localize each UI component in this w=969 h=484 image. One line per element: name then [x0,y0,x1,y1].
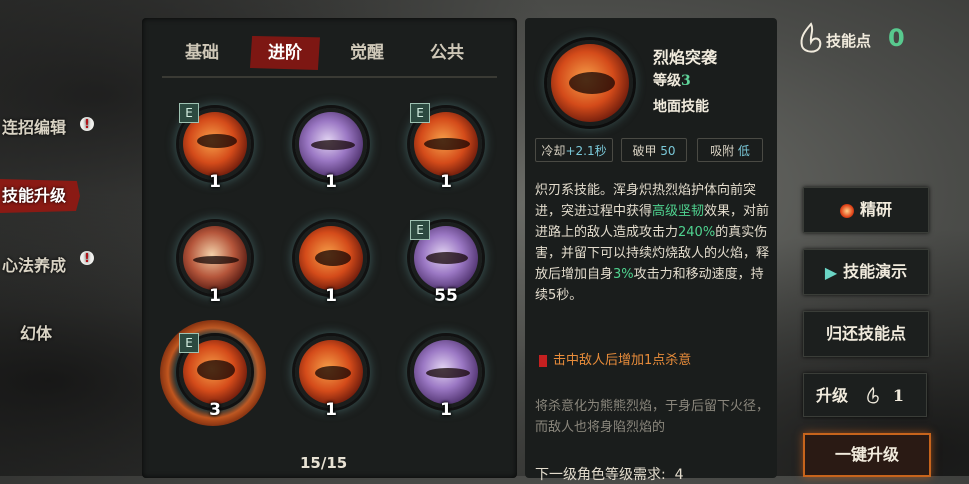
skill-level-line: 等级3 [653,70,691,90]
research-label: 精研 [859,200,892,219]
skill-level: 55 [434,286,458,306]
menu-item-label: 心法养成 [2,256,67,275]
refund-label: 归还技能点 [825,324,906,343]
flame-assault-icon [551,44,629,122]
menu-item-phantom[interactable]: 幻体 [0,317,125,351]
skill-level: 1 [209,172,221,192]
skill-level: 3 [209,400,221,420]
skill-points-value: 0 [888,24,905,52]
skill-ember-icon [299,340,363,404]
one-click-label: 一键升级 [834,445,899,464]
play-icon: ▶ [824,262,838,282]
desc-highlight: 240% [678,225,716,240]
armor-break-stat: 破甲 50 [621,138,687,162]
bonus-effect: 击中敌人后增加1点杀意 [539,349,691,368]
equipped-badge: E [410,103,430,123]
bonus-text: 击中敌人后增加1点杀意 [553,353,692,368]
alert-icon: ! [80,117,94,131]
skill-level: 1 [440,400,452,420]
skill-lore: 将杀意化为熊熊烈焰，于身后留下火径，而敌人也将身陷烈焰的 [535,399,770,435]
armor-label: 破甲 [632,144,657,158]
skill-shadow-icon [414,340,478,404]
desc-highlight: 3% [613,267,634,282]
refund-points-button[interactable]: 归还技能点 [803,311,929,357]
skill-level: 1 [440,172,452,192]
skill-level: 1 [325,172,337,192]
tab-bar: 基础 进阶 觉醒 公共 [162,36,502,76]
skill-level: 1 [209,286,221,306]
skill-points-label: 技能点 [826,32,872,50]
flame-icon [867,386,879,404]
absorb-label: 吸附 [710,144,735,158]
menu-item-skill-upgrade[interactable]: 技能升级 [0,179,80,213]
skill-slot[interactable]: 1 [295,108,367,192]
tab-basic[interactable]: 基础 [167,36,237,70]
skill-level: 1 [325,400,337,420]
equipped-badge: E [179,333,199,353]
skill-slot[interactable]: 1 [179,222,251,306]
fire-orb-icon [839,203,854,218]
skill-type: 地面技能 [653,99,709,115]
skill-wave-icon [299,112,363,176]
cooldown-label: 冷却 [541,144,566,158]
research-button[interactable]: 精研 [803,187,929,233]
desc-highlight: 高级坚韧 [652,204,705,219]
level-requirement: 下一级角色等级需求: 4 [535,464,773,484]
alert-icon: ! [80,251,94,265]
menu-item-label: 幻体 [20,324,53,343]
demo-label: 技能演示 [843,262,908,281]
upgrade-button[interactable]: 升级 1 [803,373,927,417]
one-click-upgrade-button[interactable]: 一键升级 [803,433,931,477]
skill-flame-dash-icon [299,226,363,290]
skill-description: 炽刃系技能。浑身炽热烈焰护体向前突进，突进过程中获得高级坚韧效果，对前进路上的敌… [535,180,773,306]
bonus-marker-icon [539,354,547,367]
menu-item-label: 技能升级 [2,186,67,205]
stat-row: 冷却+2.1秒 破甲 50 吸附 低 [535,138,771,164]
menu-item-label: 连招编辑 [2,118,67,137]
skill-demo-button[interactable]: ▶ 技能演示 [803,249,929,295]
skill-slot[interactable]: 1 [295,222,367,306]
flame-icon [800,22,822,53]
absorb-value: 低 [737,144,750,158]
menu-item-heart-method[interactable]: 心法养成 ! [0,249,107,283]
skill-detail-panel: 烈焰突袭 等级3 地面技能 冷却+2.1秒 破甲 50 吸附 低 炽刃系技能。浑… [525,18,777,483]
upgrade-cost: 1 [892,386,904,405]
skill-name: 烈焰突袭 [653,48,718,67]
skill-slot[interactable]: 1 [410,336,482,420]
selected-skill-icon [547,40,633,126]
cooldown-stat: 冷却+2.1秒 [535,138,613,162]
divider [162,76,497,78]
equipped-badge: E [410,220,430,240]
absorb-stat: 吸附 低 [697,138,763,162]
tab-advanced[interactable]: 进阶 [250,36,320,70]
requirement-label: 下一级角色等级需求: [535,467,666,483]
skill-slash-icon [183,226,247,290]
tab-common[interactable]: 公共 [412,36,482,70]
armor-value: 50 [660,144,676,158]
skill-points: 技能点 0 [798,22,918,58]
requirement-value: 4 [674,467,684,483]
menu-item-combo-edit[interactable]: 连招编辑 ! [0,111,107,145]
equipped-badge: E [179,103,199,123]
tab-awaken[interactable]: 觉醒 [332,36,402,70]
cooldown-value: +2.1秒 [565,144,607,158]
level-value: 3 [681,73,691,89]
skill-slot[interactable]: 1 [295,336,367,420]
page-count: 15/15 [300,454,348,472]
level-label: 等级 [653,73,681,89]
upgrade-label: 升级 [816,386,849,405]
skill-level: 1 [325,286,337,306]
